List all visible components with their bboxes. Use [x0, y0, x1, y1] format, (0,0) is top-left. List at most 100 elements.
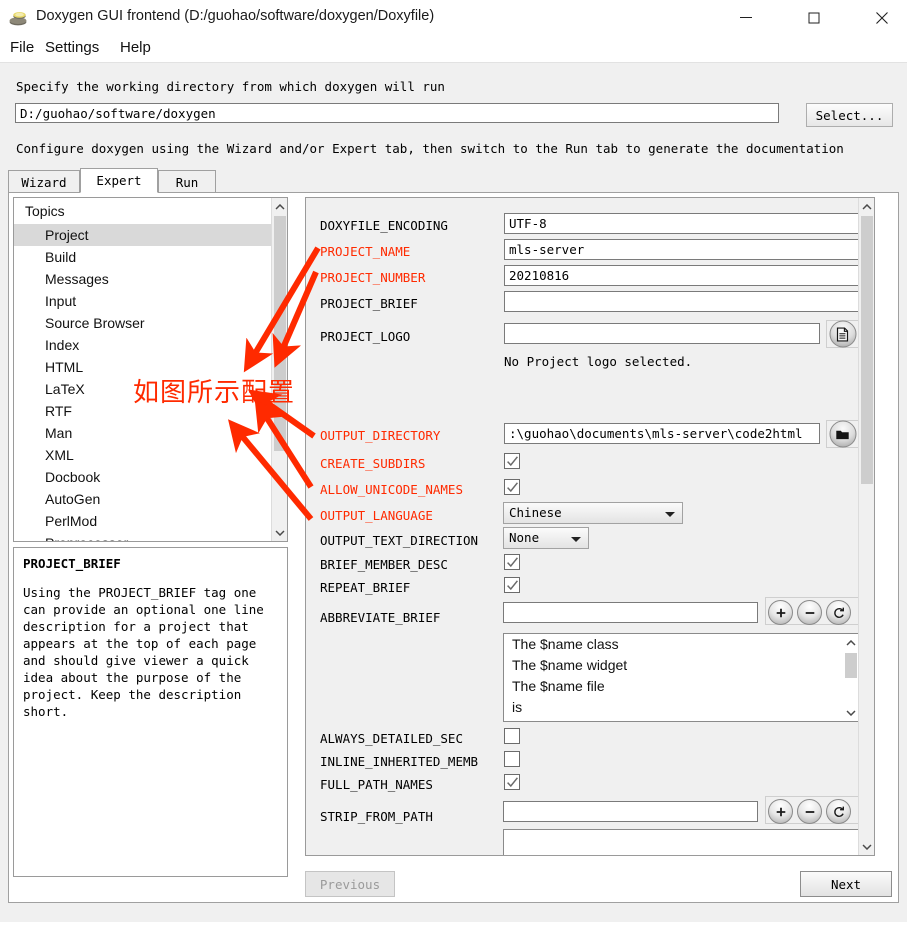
topic-item-project[interactable]: Project	[14, 224, 271, 246]
minimize-icon[interactable]	[723, 0, 769, 36]
checkbox-brief-member-desc[interactable]	[504, 554, 520, 570]
checkbox-allow-unicode-names[interactable]	[504, 479, 520, 495]
browse-project-logo-button[interactable]	[826, 320, 859, 348]
input-project-logo[interactable]	[504, 323, 820, 344]
topic-item-rtf[interactable]: RTF	[14, 400, 271, 422]
topics-header: Topics	[14, 198, 271, 224]
abbreviate-brief-scroll-thumb[interactable]	[845, 653, 857, 678]
maximize-icon[interactable]	[791, 0, 837, 36]
label-strip-from-path: STRIP_FROM_PATH	[320, 809, 433, 824]
title-bar: Doxygen GUI frontend (D:/guohao/software…	[0, 0, 907, 36]
topics-items[interactable]: Project Build Messages Input Source Brow…	[14, 224, 271, 541]
topic-item-source-browser[interactable]: Source Browser	[14, 312, 271, 334]
input-abbreviate-brief[interactable]	[503, 602, 758, 623]
label-full-path-names: FULL_PATH_NAMES	[320, 777, 433, 792]
plus-icon[interactable]	[768, 799, 793, 824]
topics-scroll-thumb[interactable]	[274, 216, 286, 451]
expert-panel: Topics Project Build Messages Input Sour…	[8, 192, 899, 903]
label-repeat-brief: REPEAT_BRIEF	[320, 580, 411, 595]
input-project-name[interactable]	[504, 239, 860, 260]
help-title: PROJECT_BRIEF	[23, 556, 121, 571]
select-directory-button[interactable]: Select...	[806, 103, 893, 127]
abbreviate-brief-listbox[interactable]: The $name class The $name widget The $na…	[503, 633, 860, 722]
settings-scroll-area: DOXYFILE_ENCODING PROJECT_NAME PROJECT_N…	[305, 197, 875, 856]
minus-icon[interactable]	[797, 799, 822, 824]
scroll-down-icon[interactable]	[272, 524, 287, 541]
browse-output-directory-button[interactable]	[826, 420, 859, 448]
input-strip-from-path[interactable]	[503, 801, 758, 822]
doxywizard-window: Doxygen GUI frontend (D:/guohao/software…	[0, 0, 907, 922]
label-project-name: PROJECT_NAME	[320, 244, 411, 259]
topics-scrollbar[interactable]	[271, 198, 287, 541]
select-output-text-direction[interactable]: None	[503, 527, 589, 549]
input-project-brief[interactable]	[504, 291, 860, 312]
window-title: Doxygen GUI frontend (D:/guohao/software…	[36, 8, 435, 24]
scroll-down-icon[interactable]	[843, 704, 859, 721]
topics-list-box: Topics Project Build Messages Input Sour…	[13, 197, 288, 542]
scroll-up-icon[interactable]	[272, 198, 287, 215]
input-project-number[interactable]	[504, 265, 860, 286]
plus-icon[interactable]	[768, 600, 793, 625]
settings-form: DOXYFILE_ENCODING PROJECT_NAME PROJECT_N…	[306, 198, 860, 855]
help-description-box: PROJECT_BRIEF Using the PROJECT_BRIEF ta…	[13, 547, 288, 877]
checkbox-full-path-names[interactable]	[504, 774, 520, 790]
previous-button[interactable]: Previous	[305, 871, 395, 897]
label-output-language: OUTPUT_LANGUAGE	[320, 508, 433, 523]
abbreviate-brief-scrollbar[interactable]	[843, 634, 859, 721]
topic-item-docbook[interactable]: Docbook	[14, 466, 271, 488]
list-item[interactable]: The $name class	[504, 634, 843, 655]
chevron-down-icon	[665, 512, 675, 517]
topic-item-html[interactable]: HTML	[14, 356, 271, 378]
select-output-language[interactable]: Chinese	[503, 502, 683, 524]
label-create-subdirs: CREATE_SUBDIRS	[320, 456, 426, 471]
refresh-icon[interactable]	[826, 600, 851, 625]
select-output-text-direction-value: None	[509, 530, 540, 545]
list-item[interactable]: The $name file	[504, 676, 843, 697]
topic-item-xml[interactable]: XML	[14, 444, 271, 466]
minus-icon[interactable]	[797, 600, 822, 625]
tab-wizard[interactable]: Wizard	[8, 170, 80, 193]
abbreviate-brief-list-buttons	[765, 597, 860, 625]
refresh-icon[interactable]	[826, 799, 851, 824]
settings-scroll-thumb[interactable]	[861, 216, 873, 484]
checkbox-repeat-brief[interactable]	[504, 577, 520, 593]
scroll-up-icon[interactable]	[859, 198, 874, 215]
topic-item-index[interactable]: Index	[14, 334, 271, 356]
checkbox-create-subdirs[interactable]	[504, 453, 520, 469]
input-doxyfile-encoding[interactable]	[504, 213, 860, 234]
close-icon[interactable]	[859, 0, 905, 36]
configure-hint: Configure doxygen using the Wizard and/o…	[16, 141, 844, 156]
checkbox-inline-inherited-memb[interactable]	[504, 751, 520, 767]
tab-expert[interactable]: Expert	[80, 168, 158, 193]
checkbox-always-detailed-sec[interactable]	[504, 728, 520, 744]
settings-scrollbar[interactable]	[858, 198, 874, 855]
topic-item-messages[interactable]: Messages	[14, 268, 271, 290]
strip-from-path-listbox[interactable]	[503, 829, 860, 855]
topic-item-man[interactable]: Man	[14, 422, 271, 444]
input-output-directory[interactable]	[504, 423, 820, 444]
help-body: Using the PROJECT_BRIEF tag one can prov…	[23, 585, 272, 719]
topic-item-latex[interactable]: LaTeX	[14, 378, 271, 400]
topic-item-input[interactable]: Input	[14, 290, 271, 312]
menu-item-settings[interactable]: Settings	[38, 37, 106, 59]
label-project-logo: PROJECT_LOGO	[320, 329, 411, 344]
label-inline-inherited-memb: INLINE_INHERITED_MEMB	[320, 754, 479, 769]
scroll-up-icon[interactable]	[843, 634, 859, 651]
label-always-detailed-sec: ALWAYS_DETAILED_SEC	[320, 731, 463, 746]
select-output-language-value: Chinese	[509, 505, 562, 520]
topic-item-build[interactable]: Build	[14, 246, 271, 268]
tab-run[interactable]: Run	[158, 170, 216, 193]
label-abbreviate-brief: ABBREVIATE_BRIEF	[320, 610, 441, 625]
working-directory-input[interactable]	[15, 103, 779, 123]
working-directory-hint: Specify the working directory from which…	[16, 79, 445, 94]
list-item[interactable]: The $name widget	[504, 655, 843, 676]
next-button[interactable]: Next	[800, 871, 892, 897]
topic-item-autogen[interactable]: AutoGen	[14, 488, 271, 510]
file-icon	[829, 320, 856, 348]
topic-item-preprocessor[interactable]: Preprocessor	[14, 532, 271, 541]
topic-item-perlmod[interactable]: PerlMod	[14, 510, 271, 532]
list-item[interactable]: is	[504, 697, 843, 718]
menu-item-help[interactable]: Help	[113, 37, 158, 59]
menu-item-file[interactable]: File	[3, 37, 41, 59]
scroll-down-icon[interactable]	[859, 838, 874, 855]
